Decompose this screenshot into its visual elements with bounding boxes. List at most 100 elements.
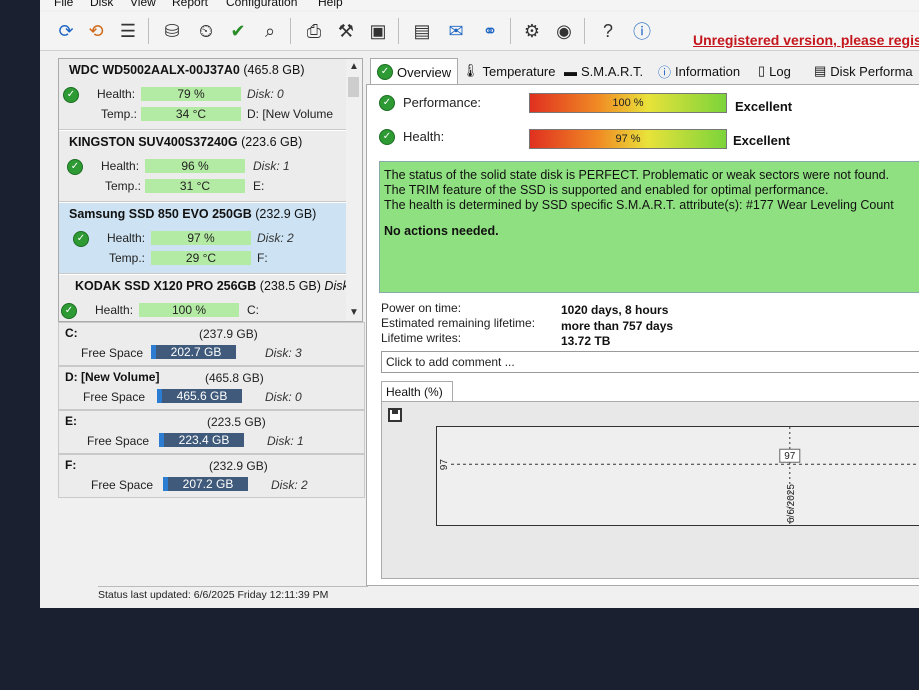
tab-bar: ✓ Overview 🌡 Temperature ▬ S.M.A.R.T. ⓘ …	[366, 58, 919, 85]
menu-disk[interactable]: Disk	[90, 0, 113, 9]
disk-search-icon[interactable]: ⌕	[258, 18, 282, 44]
volume-list: C: (237.9 GB) Free Space 202.7 GB Disk: …	[58, 322, 365, 498]
volume-item[interactable]: D: [New Volume] (465.8 GB) Free Space 46…	[58, 366, 365, 410]
printer-icon[interactable]: ⎙	[302, 18, 326, 44]
status-bar: Status last updated: 6/6/2025 Friday 12:…	[98, 586, 368, 605]
temp-label: Temp.:	[109, 251, 146, 265]
chart-tab-health[interactable]: Health (%)	[381, 381, 453, 402]
disk-number: Disk: 2	[257, 231, 294, 245]
volume-name: D: [New Volume]	[65, 370, 160, 384]
menu-view[interactable]: View	[130, 0, 156, 9]
lifetime-writes-label: Lifetime writes:	[381, 331, 462, 345]
toolbar-separator	[290, 18, 291, 44]
x-tick-label: 6/6/2025	[786, 484, 797, 523]
performance-label: Performance:	[403, 95, 482, 110]
disk-icon[interactable]: ⛁	[160, 18, 184, 44]
health-label: Health:	[107, 231, 146, 245]
performance-rating: Excellent	[735, 99, 793, 114]
disk-number: Disk: 1	[253, 159, 290, 173]
ok-check-icon: ✓	[63, 87, 79, 103]
mail-icon[interactable]: ✉	[444, 18, 468, 44]
health-plot-area: 97 97 6/6/2025	[436, 426, 919, 526]
network-icon[interactable]: ⚭	[478, 18, 502, 44]
menu-file[interactable]: File	[54, 0, 73, 9]
disk-item[interactable]: KINGSTON SUV400S37240G (223.6 GB) ✓ Heal…	[59, 131, 347, 202]
tab-label: Overview	[397, 64, 452, 80]
free-space-label: Free Space	[91, 478, 154, 492]
free-space-label: Free Space	[81, 346, 144, 360]
tab-information[interactable]: ⓘ Information	[658, 60, 740, 82]
refresh-all-icon[interactable]: ⟲	[84, 18, 108, 44]
menu-report[interactable]: Report	[172, 0, 208, 9]
performance-chart-icon: ▤	[814, 63, 827, 78]
actions-message: No actions needed.	[384, 224, 499, 238]
tab-label: Temperature	[482, 63, 556, 79]
scroll-up-icon[interactable]: ▲	[346, 59, 362, 75]
tab-temperature[interactable]: 🌡 Temperature	[462, 60, 556, 82]
remaining-lifetime-label: Estimated remaining lifetime:	[381, 316, 536, 330]
save-icon[interactable]	[388, 408, 402, 422]
tab-disk-performance[interactable]: ▤ Disk Performa	[814, 60, 913, 82]
y-tick-label: 97	[439, 459, 450, 471]
info-icon[interactable]: ⓘ	[630, 18, 654, 44]
ok-check-icon: ✓	[67, 159, 83, 175]
health-bar: 100 %	[139, 303, 239, 317]
overview-panel: ✓ Performance: 100 % Excellent ✓ Health:…	[366, 84, 919, 586]
temp-bar: 31 °C	[145, 179, 245, 193]
free-space-bar: 202.7 GB	[151, 345, 236, 359]
status-message-box: The status of the solid state disk is PE…	[379, 161, 919, 293]
refresh-icon[interactable]: ⟳	[54, 18, 78, 44]
tab-overview[interactable]: ✓ Overview	[370, 58, 459, 85]
menu-bar: File Disk View Report Configuration Help	[40, 0, 919, 10]
tab-smart[interactable]: ▬ S.M.A.R.T.	[564, 60, 643, 82]
settings-icon[interactable]: ⚙	[520, 18, 544, 44]
notes-icon[interactable]: ▤	[410, 18, 434, 44]
temp-bar: 34 °C	[141, 107, 241, 121]
disk-item[interactable]: WDC WD5002AALX-00J37A0 (465.8 GB) ✓ Heal…	[59, 59, 347, 130]
disk-clock-icon[interactable]: ⏲	[194, 18, 218, 44]
temp-label: Temp.:	[101, 107, 138, 121]
disk-item[interactable]: KODAK SSD X120 PRO 256GB (238.5 GB) Disk…	[59, 275, 347, 321]
ok-check-icon: ✓	[61, 303, 77, 319]
health-label: Health:	[95, 303, 134, 317]
volume-disk: Disk: 3	[265, 346, 302, 360]
drive-letter: F:	[257, 251, 268, 265]
scroll-down-icon[interactable]: ▼	[346, 305, 362, 321]
log-icon: ▯	[758, 63, 766, 78]
disk-name: KINGSTON SUV400S37240G (223.6 GB)	[69, 135, 303, 149]
help-icon[interactable]: ?	[596, 18, 620, 44]
toolbar-separator	[398, 18, 399, 44]
menu-help[interactable]: Help	[318, 0, 343, 9]
health-chart-svg: 97 97 6/6/2025	[439, 427, 919, 525]
speaker-icon[interactable]: ◉	[552, 18, 576, 44]
volume-disk: Disk: 2	[271, 478, 308, 492]
volume-disk: Disk: 1	[267, 434, 304, 448]
ok-check-icon: ✓	[73, 231, 89, 247]
scroll-thumb[interactable]	[348, 77, 359, 97]
volume-item[interactable]: E: (223.5 GB) Free Space 223.4 GB Disk: …	[58, 410, 365, 454]
volume-name: F:	[65, 458, 77, 472]
disk-item-selected[interactable]: Samsung SSD 850 EVO 250GB (232.9 GB) ✓ H…	[59, 203, 347, 274]
free-space-bar: 223.4 GB	[159, 433, 244, 447]
volume-item[interactable]: C: (237.9 GB) Free Space 202.7 GB Disk: …	[58, 322, 365, 366]
volume-item[interactable]: F: (232.9 GB) Free Space 207.2 GB Disk: …	[58, 454, 365, 498]
comment-input[interactable]: Click to add comment ...	[381, 351, 919, 373]
tools-icon[interactable]: ⚒	[334, 18, 358, 44]
package-icon[interactable]: ▣	[366, 18, 390, 44]
status-message: The health is determined by SSD specific…	[384, 198, 894, 212]
unregistered-link[interactable]: Unregistered version, please regis	[693, 32, 919, 48]
disk-check-icon[interactable]: ✔	[226, 18, 250, 44]
disk-list-scrollbar[interactable]: ▲ ▼	[346, 58, 363, 322]
list-icon[interactable]: ☰	[116, 18, 140, 44]
ok-check-icon: ✓	[379, 129, 395, 145]
volume-size: (465.8 GB)	[205, 371, 264, 385]
volume-name: C:	[65, 326, 78, 340]
tab-log[interactable]: ▯ Log	[758, 60, 791, 82]
ok-check-icon: ✓	[377, 64, 393, 80]
disk-name: KODAK SSD X120 PRO 256GB (238.5 GB) Disk…	[75, 279, 347, 293]
volume-disk: Disk: 0	[265, 390, 302, 404]
drive-letter: D: [New Volume	[247, 107, 334, 121]
disk-number: Disk: 0	[247, 87, 284, 101]
menu-configuration[interactable]: Configuration	[226, 0, 297, 9]
free-space-label: Free Space	[87, 434, 150, 448]
